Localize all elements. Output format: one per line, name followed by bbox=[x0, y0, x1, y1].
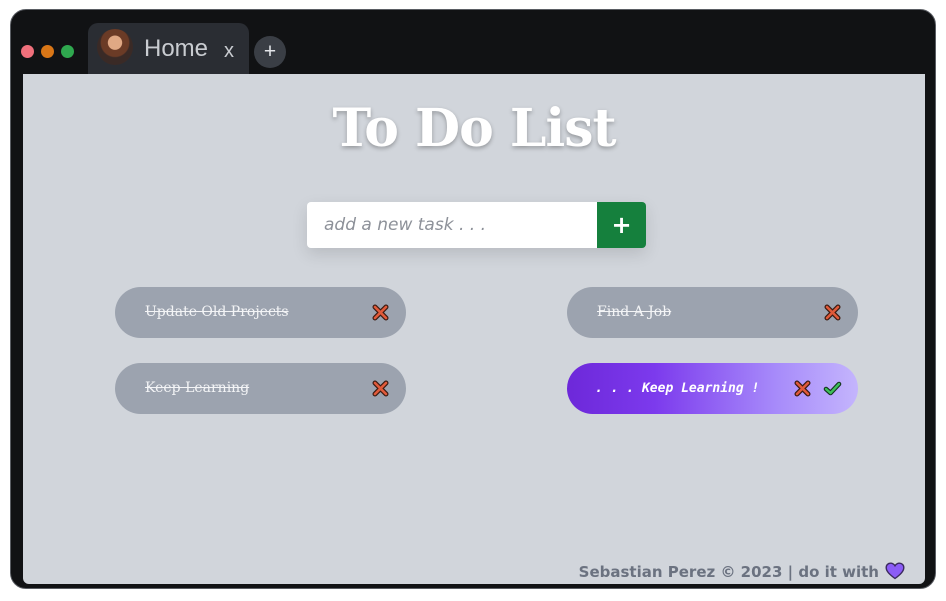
app-content: To Do List + Update Old Projects Find A … bbox=[23, 74, 925, 584]
task-form: + bbox=[307, 202, 646, 248]
close-window-button[interactable] bbox=[21, 45, 34, 58]
task-item: Keep Learning bbox=[115, 363, 406, 414]
heart-icon bbox=[885, 562, 905, 584]
minimize-window-button[interactable] bbox=[41, 45, 54, 58]
maximize-window-button[interactable] bbox=[61, 45, 74, 58]
task-text: Keep Learning bbox=[145, 380, 250, 396]
task-text: . . . Keep Learning ! bbox=[595, 381, 760, 396]
task-item: Find A Job bbox=[567, 287, 858, 338]
task-item: Update Old Projects bbox=[115, 287, 406, 338]
browser-window: Home x + To Do List + Update Old Project… bbox=[10, 9, 936, 589]
add-task-button[interactable]: + bbox=[597, 202, 646, 248]
title-bar: Home x + bbox=[11, 10, 935, 75]
task-text: Update Old Projects bbox=[145, 304, 289, 320]
delete-task-icon[interactable] bbox=[371, 379, 390, 398]
task-text: Find A Job bbox=[597, 304, 672, 320]
new-task-input[interactable] bbox=[307, 202, 597, 248]
delete-task-icon[interactable] bbox=[371, 303, 390, 322]
new-tab-button[interactable]: + bbox=[254, 36, 286, 68]
tab-close-button[interactable]: x bbox=[224, 40, 234, 63]
footer-text: Sebastian Perez © 2023 | do it with bbox=[578, 563, 879, 581]
tab-title: Home bbox=[144, 35, 209, 62]
complete-task-icon[interactable] bbox=[823, 379, 842, 398]
tab-home[interactable]: Home x bbox=[88, 23, 249, 75]
task-item-active: . . . Keep Learning ! bbox=[567, 363, 858, 414]
avatar bbox=[97, 29, 133, 65]
delete-task-icon[interactable] bbox=[823, 303, 842, 322]
footer: Sebastian Perez © 2023 | do it with bbox=[579, 562, 905, 584]
delete-task-icon[interactable] bbox=[793, 379, 812, 398]
page-title: To Do List bbox=[332, 98, 616, 159]
